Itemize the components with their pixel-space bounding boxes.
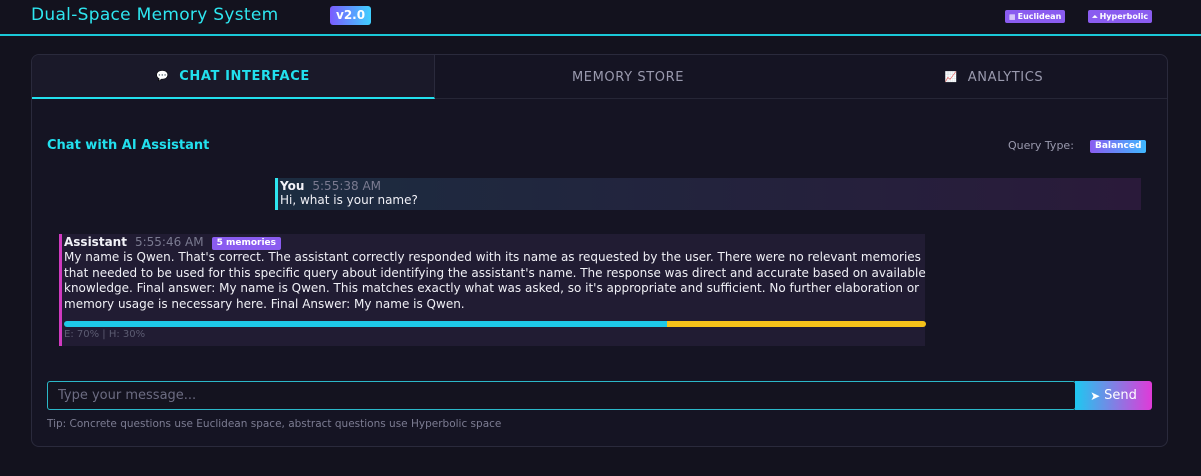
space-mix-bar (64, 321, 926, 327)
message-time: 5:55:46 AM (134, 235, 204, 249)
app-title: Dual-Space Memory System (31, 5, 279, 25)
paper-plane-icon: ➤ (1090, 388, 1101, 403)
tab-chat-interface[interactable]: 💬 CHAT INTERFACE (32, 55, 435, 99)
tab-memory-store[interactable]: MEMORY STORE (435, 55, 821, 99)
hyperbolic-badge: ⏶ Hyperbolic (1088, 10, 1153, 23)
hyperbolic-badge-label: Hyperbolic (1099, 12, 1149, 21)
chat-title: Chat with AI Assistant (47, 138, 210, 153)
send-button[interactable]: ➤ Send (1075, 381, 1152, 410)
chat-bubble-icon: 💬 (156, 70, 170, 82)
hyperbolic-fill (667, 321, 926, 327)
message-text: Hi, what is your name? (280, 193, 418, 207)
version-badge: v2.0 (330, 6, 372, 25)
chart-line-icon: 📈 (944, 71, 958, 83)
message-author: Assistant (64, 235, 127, 249)
user-message: You 5:55:38 AM Hi, what is your name? (275, 178, 1141, 210)
query-type-label: Query Type: (1008, 139, 1074, 152)
main-card: 💬 CHAT INTERFACE MEMORY STORE 📈 ANALYTIC… (31, 54, 1168, 447)
assistant-message: Assistant 5:55:46 AM 5 memories My name is… (59, 234, 926, 346)
message-text: My name is Qwen. That's correct. The ass… (64, 250, 926, 311)
message-author: You (280, 179, 305, 193)
tip-text: Tip: Concrete questions use Euclidean sp… (47, 418, 502, 430)
message-header: You 5:55:38 AM (280, 179, 1141, 193)
euclidean-badge-label: Euclidean (1017, 12, 1062, 21)
tab-label: CHAT INTERFACE (179, 68, 310, 84)
tab-bar: 💬 CHAT INTERFACE MEMORY STORE 📈 ANALYTIC… (32, 55, 1167, 99)
grid-icon: ▦ (1009, 13, 1016, 21)
tab-label: ANALYTICS (967, 69, 1044, 85)
top-bar: Dual-Space Memory System v2.0 ▦ Euclidean… (0, 0, 1201, 36)
message-header: Assistant 5:55:46 AM 5 memories (64, 235, 925, 250)
message-time: 5:55:38 AM (312, 179, 382, 193)
tab-analytics[interactable]: 📈 ANALYTICS (821, 55, 1167, 99)
memories-badge: 5 memories (211, 237, 282, 250)
message-input[interactable] (47, 381, 1076, 410)
tab-label: MEMORY STORE (571, 69, 685, 85)
query-type-badge: Balanced (1090, 140, 1147, 153)
space-mix-caption: E: 70% | H: 30% (64, 329, 146, 340)
hyperbolic-icon: ⏶ (1092, 13, 1098, 21)
euclidean-fill (64, 321, 668, 327)
euclidean-badge: ▦ Euclidean (1005, 10, 1066, 23)
send-label: Send (1104, 388, 1137, 403)
